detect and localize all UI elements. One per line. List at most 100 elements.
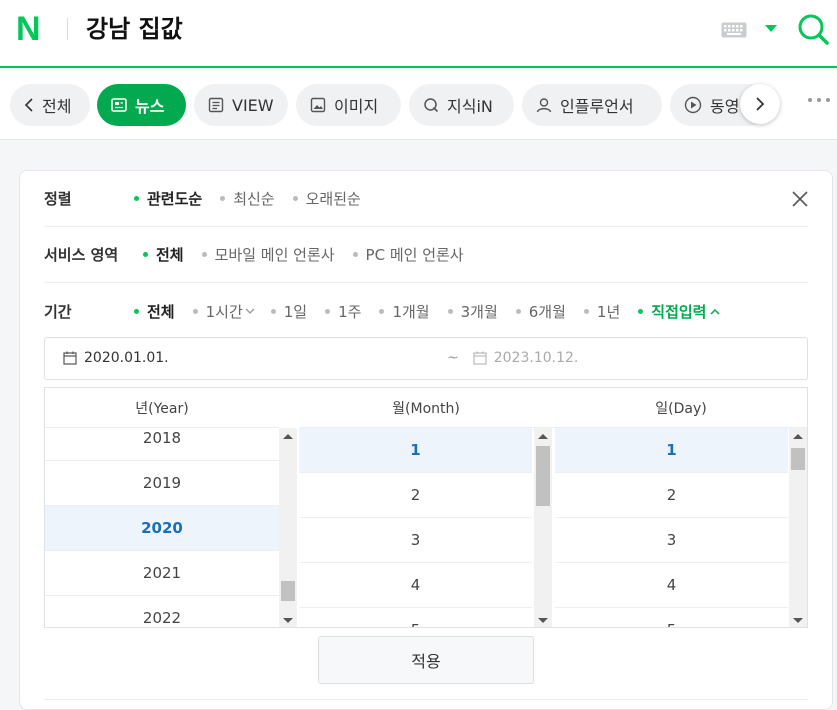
tab-label: 뉴스 xyxy=(135,97,165,116)
period-label: 기간 xyxy=(44,302,72,321)
scroll-up-arrow[interactable] xyxy=(538,434,548,439)
day-option-selected[interactable]: 1 xyxy=(555,428,788,473)
month-option-selected[interactable]: 1 xyxy=(299,428,532,473)
period-option-all[interactable]: 전체 xyxy=(134,301,175,322)
sort-row: 정렬 관련도순 최신순 오래된순 xyxy=(44,171,808,227)
year-option[interactable]: 2021 xyxy=(45,551,279,596)
play-icon xyxy=(684,96,702,114)
scroll-thumb[interactable] xyxy=(791,448,805,470)
header-bar: N 강남 집값 xyxy=(0,0,837,68)
year-scrollbar[interactable] xyxy=(279,428,297,627)
sort-label: 정렬 xyxy=(44,190,72,208)
tab-all[interactable]: 전체 xyxy=(10,84,90,126)
year-list[interactable]: 2018 2019 2020 2021 2022 xyxy=(45,428,279,627)
period-option-3months[interactable]: 3개월 xyxy=(448,301,498,322)
service-label: 서비스 영역 xyxy=(44,246,119,264)
month-option[interactable]: 4 xyxy=(299,563,532,608)
calendar-icon xyxy=(63,351,77,365)
year-option-selected[interactable]: 2020 xyxy=(45,506,279,551)
sort-option-relevance[interactable]: 관련도순 xyxy=(134,188,202,209)
search-tabs: 전체 뉴스 VIEW 이미지 지식iN 인플루언서 동영 xyxy=(0,70,837,140)
tab-label: 이미지 xyxy=(334,97,379,116)
chevron-down-icon[interactable] xyxy=(245,308,255,315)
period-row: 기간 전체 1시간 1일 1주 1개월 3개월 6개월 1년 직접입력 xyxy=(44,283,808,339)
caret-down-icon[interactable] xyxy=(765,25,777,33)
apply-button[interactable]: 적용 xyxy=(318,636,534,684)
chevron-left-icon xyxy=(24,98,33,112)
search-query[interactable]: 강남 집값 xyxy=(86,12,183,46)
calendar-icon xyxy=(473,351,487,365)
tab-image[interactable]: 이미지 xyxy=(296,84,401,126)
period-option-6months[interactable]: 6개월 xyxy=(516,301,566,322)
date-to-value: 2023.10.12. xyxy=(493,350,579,366)
period-option-1week[interactable]: 1주 xyxy=(325,301,361,322)
knowledge-icon xyxy=(424,98,439,113)
date-to-field[interactable]: ~ 2023.10.12. xyxy=(447,350,578,366)
tab-label: 동영 xyxy=(710,97,740,116)
chevron-right-icon xyxy=(756,97,765,111)
search-icon[interactable] xyxy=(797,13,829,45)
tabs-next-button[interactable] xyxy=(740,84,780,124)
scroll-down-arrow[interactable] xyxy=(538,618,548,623)
chevron-up-icon[interactable] xyxy=(710,308,720,315)
day-option[interactable]: 4 xyxy=(555,563,788,608)
year-option[interactable]: 2018 xyxy=(45,428,279,461)
more-icon[interactable] xyxy=(806,96,832,104)
date-from-field[interactable]: 2020.01.01. xyxy=(63,350,169,366)
date-separator: ~ xyxy=(447,350,459,366)
tab-influencer[interactable]: 인플루언서 xyxy=(522,84,662,126)
year-option[interactable]: 2019 xyxy=(45,461,279,506)
divider xyxy=(44,699,808,700)
tab-label: VIEW xyxy=(232,95,274,115)
date-from-value: 2020.01.01. xyxy=(84,350,169,366)
month-option[interactable]: 5 xyxy=(299,608,532,627)
tab-view[interactable]: VIEW xyxy=(194,84,288,126)
day-option[interactable]: 5 xyxy=(555,608,788,627)
tab-label: 인플루언서 xyxy=(560,97,634,116)
month-option[interactable]: 3 xyxy=(299,518,532,563)
day-scrollbar[interactable] xyxy=(789,428,807,627)
month-option[interactable]: 2 xyxy=(299,473,532,518)
scroll-down-arrow[interactable] xyxy=(283,618,293,623)
service-option-pc[interactable]: PC 메인 언론사 xyxy=(353,244,464,265)
day-option[interactable]: 2 xyxy=(555,473,788,518)
service-option-all[interactable]: 전체 xyxy=(143,244,184,265)
scroll-thumb[interactable] xyxy=(536,446,550,506)
image-icon xyxy=(310,97,326,113)
period-option-1year[interactable]: 1년 xyxy=(584,301,620,322)
tab-news[interactable]: 뉴스 xyxy=(97,84,186,126)
view-icon xyxy=(208,97,224,113)
keyboard-icon[interactable] xyxy=(721,22,747,38)
day-header: 일(Day) xyxy=(553,388,807,428)
date-range-box: 2020.01.01. ~ 2023.10.12. xyxy=(44,337,808,380)
service-row: 서비스 영역 전체 모바일 메인 언론사 PC 메인 언론사 xyxy=(44,227,808,283)
day-list[interactable]: 1 2 3 4 5 xyxy=(555,428,788,627)
person-icon xyxy=(536,98,552,113)
sort-option-latest[interactable]: 최신순 xyxy=(220,188,274,209)
news-icon xyxy=(111,98,127,112)
month-scrollbar[interactable] xyxy=(534,428,552,627)
year-option[interactable]: 2022 xyxy=(45,596,279,627)
tab-knowledge[interactable]: 지식iN xyxy=(409,84,514,126)
date-picker: 년(Year) 2018 2019 2020 2021 2022 1 2 3 4… xyxy=(44,387,808,628)
scroll-down-arrow[interactable] xyxy=(793,618,803,623)
period-option-1month[interactable]: 1개월 xyxy=(379,301,429,322)
search-options-panel: 정렬 관련도순 최신순 오래된순 서비스 영역 전체 모바일 메인 언론사 PC… xyxy=(19,170,833,710)
month-list[interactable]: 1 2 3 4 5 xyxy=(299,428,532,627)
scroll-up-arrow[interactable] xyxy=(793,434,803,439)
year-column: 년(Year) 2018 2019 2020 2021 2022 xyxy=(45,388,279,627)
month-header: 월(Month) xyxy=(299,388,553,428)
year-header: 년(Year) xyxy=(45,388,279,428)
tab-label: 지식iN xyxy=(447,97,493,116)
naver-logo[interactable]: N xyxy=(16,12,41,46)
service-option-mobile[interactable]: 모바일 메인 언론사 xyxy=(202,244,335,265)
scroll-up-arrow[interactable] xyxy=(283,434,293,439)
scroll-thumb[interactable] xyxy=(281,581,295,601)
logo-divider xyxy=(67,18,68,40)
tab-label: 전체 xyxy=(42,97,72,116)
sort-option-oldest[interactable]: 오래된순 xyxy=(293,188,361,209)
period-option-1hour[interactable]: 1시간 xyxy=(193,301,243,322)
period-option-custom[interactable]: 직접입력 xyxy=(638,301,706,322)
day-option[interactable]: 3 xyxy=(555,518,788,563)
period-option-1day[interactable]: 1일 xyxy=(271,301,307,322)
